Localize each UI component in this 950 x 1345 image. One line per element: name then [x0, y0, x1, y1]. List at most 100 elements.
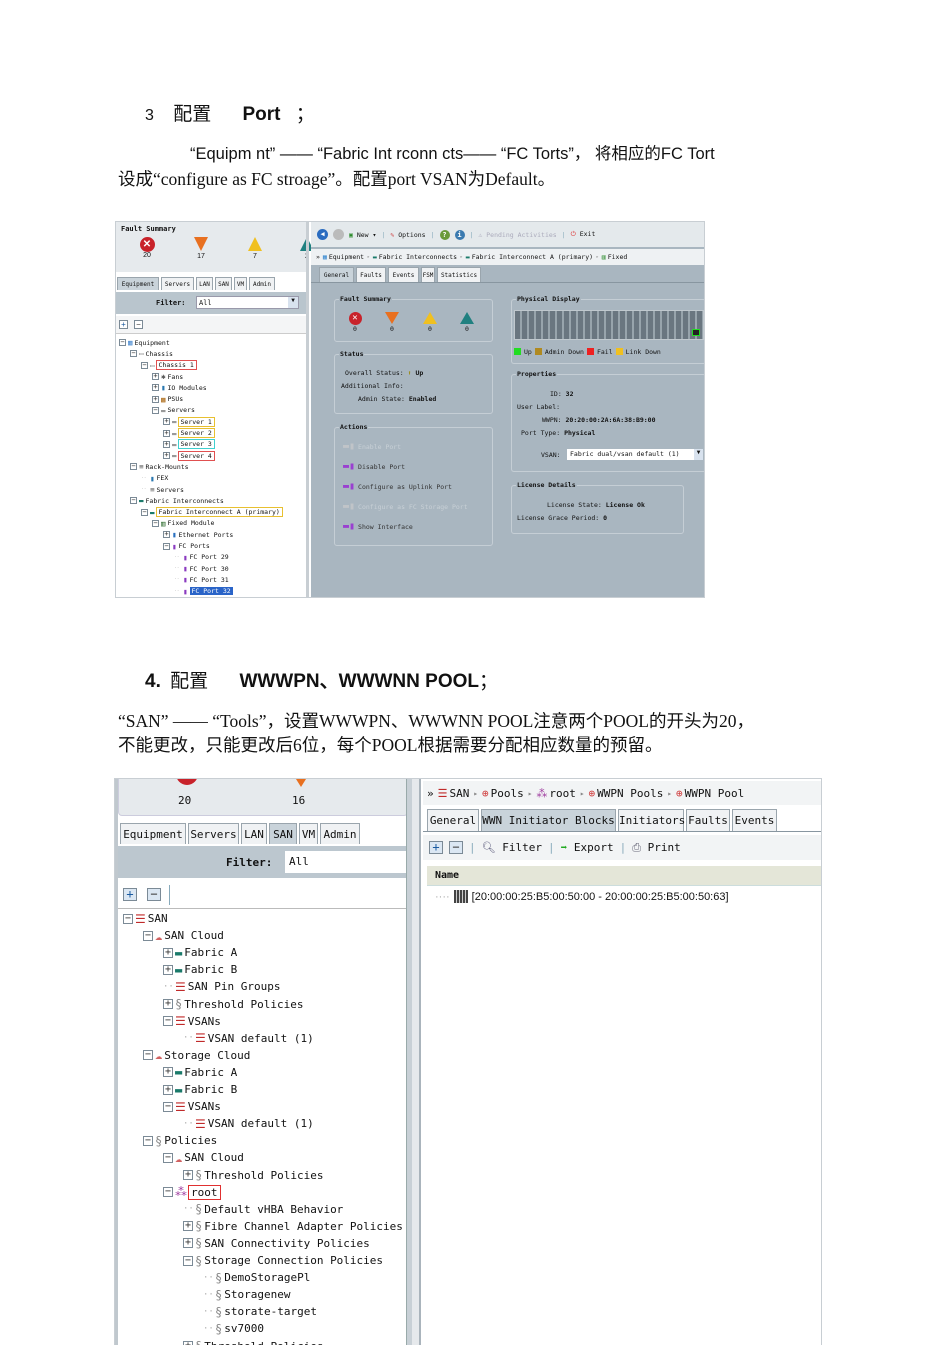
help-icon[interactable]: ?: [439, 229, 450, 240]
tab-general[interactable]: General: [427, 809, 479, 831]
expand-icon[interactable]: +: [152, 384, 159, 392]
delete-button[interactable]: −: [449, 841, 463, 854]
tab-vm[interactable]: VM: [234, 277, 247, 290]
expand-icon[interactable]: +: [152, 395, 159, 403]
breadcrumb-expand-icon[interactable]: »: [427, 787, 434, 800]
tab-equipment[interactable]: Equipment: [117, 277, 159, 290]
divider-bar[interactable]: [412, 779, 421, 1345]
collapse-all-button[interactable]: −: [134, 320, 143, 329]
tree-item[interactable]: − ☁ SAN Cloud: [163, 1149, 244, 1166]
tree-item[interactable]: ·· ▮ FC Port 30: [174, 563, 229, 574]
collapse-all-button[interactable]: −: [147, 888, 161, 901]
critical-fault[interactable]: ✕ 20: [138, 237, 156, 259]
add-button[interactable]: +: [429, 841, 443, 854]
switch-ports-graphic[interactable]: [514, 310, 704, 340]
tab-faults[interactable]: Faults: [356, 267, 386, 282]
tree-item[interactable]: ·· ▮ FC Port 31: [174, 574, 229, 585]
tree-item[interactable]: − ▥ Fixed Module: [152, 518, 214, 529]
collapse-icon[interactable]: −: [163, 1016, 173, 1027]
tree-item[interactable]: ·· ≡ Servers: [141, 484, 184, 495]
expand-icon[interactable]: +: [163, 1084, 173, 1095]
tree-item[interactable]: − ▭ Chassis 1: [141, 360, 197, 371]
tree-item[interactable]: + ▮ Ethernet Ports: [163, 529, 233, 540]
action-configure-as-fc-storage-port[interactable]: ▬▮ Configure as FC Storage Port: [343, 501, 468, 512]
tree-item[interactable]: + ▬ Server 3: [163, 439, 215, 450]
tab-general[interactable]: General: [319, 267, 354, 282]
tab-admin[interactable]: Admin: [320, 823, 360, 844]
tree-item[interactable]: ·· ▮ FC Port 32: [174, 586, 233, 597]
major-count[interactable]: 16: [292, 794, 305, 807]
tree-item[interactable]: − ☰ VSANs: [163, 1098, 221, 1115]
expand-icon[interactable]: +: [163, 440, 170, 448]
breadcrumb-item[interactable]: ⁂ root: [536, 787, 576, 800]
tab-lan[interactable]: LAN: [196, 277, 213, 290]
tree-item[interactable]: + ▩ PSUs: [152, 394, 183, 405]
vsan-select[interactable]: Fabric dual/vsan default (1) ▼: [567, 449, 703, 460]
warning-fault[interactable]: 0: [457, 312, 477, 333]
tree-item[interactable]: − ▬ Fabric Interconnect A (primary): [141, 507, 283, 518]
tab-faults[interactable]: Faults: [686, 809, 730, 831]
tree-item[interactable]: ·· § DemoStoragePl: [203, 1269, 310, 1286]
tree-item[interactable]: − ☁ SAN Cloud: [143, 927, 224, 944]
major-fault[interactable]: 17: [192, 237, 210, 260]
tree-item[interactable]: − ☰ SAN: [123, 910, 168, 927]
tree-item[interactable]: − ⁂ root: [163, 1184, 221, 1201]
tree-item[interactable]: + ▬ Fabric B: [163, 1081, 237, 1098]
tree-item[interactable]: − § Policies: [143, 1132, 217, 1149]
tab-servers[interactable]: Servers: [188, 823, 239, 844]
tree-item[interactable]: + ▬ Server 2: [163, 427, 215, 439]
options-button[interactable]: ✎ Options: [390, 231, 425, 239]
minor-fault[interactable]: 7: [246, 237, 264, 260]
pending-activities-button[interactable]: ⚠ Pending Activities: [478, 231, 556, 239]
collapse-icon[interactable]: −: [141, 361, 148, 369]
tab-san[interactable]: SAN: [215, 277, 232, 290]
collapse-icon[interactable]: −: [143, 1135, 153, 1146]
collapse-icon[interactable]: −: [183, 1255, 193, 1266]
expand-icon[interactable]: +: [163, 999, 173, 1010]
action-configure-as-uplink-port[interactable]: ▬▮ Configure as Uplink Port: [343, 481, 452, 492]
breadcrumb-item[interactable]: ▬ Fabric Interconnect A (primary): [466, 253, 593, 261]
minor-fault[interactable]: 0: [420, 312, 440, 333]
collapse-icon[interactable]: −: [163, 1152, 173, 1163]
tree-item[interactable]: − ▦ Equipment: [119, 337, 170, 348]
collapse-icon[interactable]: −: [143, 930, 153, 941]
tree-item[interactable]: + § SAN Connectivity Policies: [183, 1235, 370, 1252]
critical-fault[interactable]: ✕ 0: [345, 312, 365, 333]
forward-icon[interactable]: [333, 229, 344, 240]
tree-item[interactable]: + ▬ Fabric A: [163, 944, 237, 961]
tree-item[interactable]: ·· ▮ FC Port 29: [174, 552, 229, 563]
expand-icon[interactable]: +: [163, 1067, 173, 1078]
table-header-name[interactable]: Name: [427, 866, 821, 886]
new-button[interactable]: ▣ New ▾: [349, 231, 376, 239]
breadcrumb-item[interactable]: ⊕ Pools: [482, 787, 524, 800]
collapse-icon[interactable]: −: [141, 508, 148, 516]
expand-icon[interactable]: +: [163, 429, 170, 437]
filter-button[interactable]: 🔍︎ Filter: [482, 841, 542, 854]
tab-servers[interactable]: Servers: [161, 277, 194, 290]
collapse-icon[interactable]: −: [152, 519, 159, 527]
expand-icon[interactable]: +: [163, 964, 173, 975]
info-icon[interactable]: i: [454, 229, 465, 240]
collapse-icon[interactable]: −: [130, 497, 137, 505]
tree-item[interactable]: +§Threshold Policies: [163, 996, 303, 1013]
tree-item[interactable]: − ☁ Storage Cloud: [143, 1047, 250, 1064]
expand-icon[interactable]: +: [163, 418, 170, 426]
collapse-icon[interactable]: −: [163, 1187, 173, 1198]
tree-item[interactable]: + ▬ Server 4: [163, 450, 215, 461]
breadcrumb-item[interactable]: ▦ Equipment: [323, 253, 364, 261]
expand-icon[interactable]: +: [152, 373, 159, 381]
tree-item[interactable]: + ▬ Fabric B: [163, 961, 237, 978]
exit-button[interactable]: ⏻ Exit: [571, 230, 596, 239]
tree-item[interactable]: − ▬ Servers: [152, 405, 195, 416]
collapse-icon[interactable]: −: [163, 1101, 173, 1112]
back-icon[interactable]: ◀: [317, 229, 328, 240]
tree-item[interactable]: − ▬ Fabric Interconnects: [130, 495, 224, 506]
tree-item[interactable]: ·· ▮ FEX: [141, 473, 168, 484]
tab-initiators[interactable]: Initiators: [618, 809, 685, 831]
tree-item[interactable]: − ▮ FC Ports: [163, 540, 210, 551]
filter-select[interactable]: All: [285, 851, 408, 873]
collapse-icon[interactable]: −: [130, 463, 137, 471]
tab-san[interactable]: SAN: [269, 823, 297, 844]
tree-item[interactable]: ·· § Storagenew: [203, 1286, 290, 1303]
expand-all-button[interactable]: +: [123, 888, 137, 901]
